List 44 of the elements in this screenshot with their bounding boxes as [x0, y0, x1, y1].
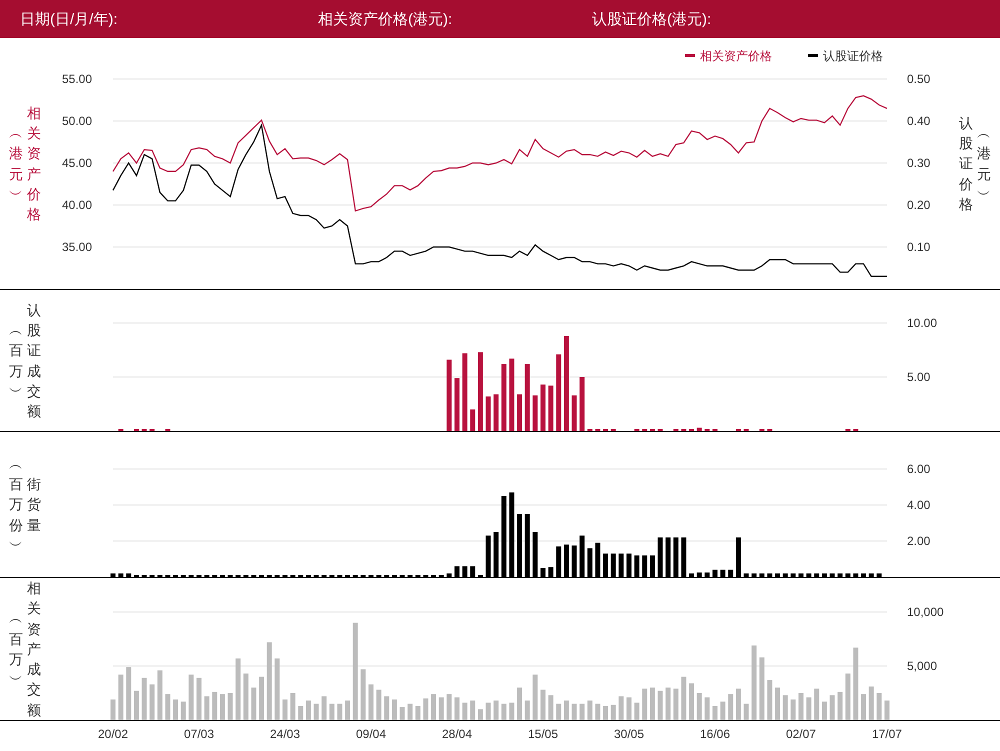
axis-title: 认股证价格	[958, 114, 974, 214]
axis-label: 28/04	[442, 727, 472, 741]
axis-label: 07/03	[184, 727, 214, 741]
axis-unit: ︵港元︶	[976, 124, 992, 204]
axis-label: 6.00	[907, 462, 930, 476]
axis-label: 16/06	[700, 727, 730, 741]
axis-label: 45.00	[62, 156, 92, 170]
axis-label: 09/04	[356, 727, 386, 741]
axis-label: 17/07	[872, 727, 902, 741]
field-label: 相关资产价格(港元):	[318, 10, 454, 28]
axis-unit: ︵港元︶	[8, 124, 24, 204]
axis-label: 4.00	[907, 498, 930, 512]
axis-unit: ︵百万︶	[8, 320, 24, 401]
axis-label: 0.40	[907, 114, 930, 128]
axis-title: 相关资产价格	[26, 104, 42, 224]
axis-unit: ︵百万︶	[8, 609, 24, 690]
axis-label: 0.50	[907, 72, 930, 86]
legend-item[interactable]: 相关资产价格	[685, 49, 772, 63]
axis-label: 30/05	[614, 727, 644, 741]
legend-item[interactable]: 认股证价格	[808, 49, 883, 63]
axis-label: 0.30	[907, 156, 930, 170]
axis-title: 认股证成交额	[26, 300, 42, 422]
axis-label: 10,000	[907, 605, 944, 619]
axis-title: 相关资产成交额	[26, 578, 42, 720]
axis-label: 24/03	[270, 727, 300, 741]
axis-label: 20/02	[98, 727, 128, 741]
axis-label: 40.00	[62, 198, 92, 212]
axis-label: 15/05	[528, 727, 558, 741]
axis-label: 50.00	[62, 114, 92, 128]
axis-label: 5.00	[907, 370, 930, 384]
axis-label: 5,000	[907, 659, 938, 673]
legend-label: 相关资产价格	[700, 49, 772, 63]
axis-label: 10.00	[907, 316, 938, 330]
axis-label: 55.00	[62, 72, 92, 86]
field-label: 日期(日/月/年):	[20, 10, 118, 28]
axis-unit: ︵百万份︶	[8, 454, 24, 555]
axis-label: 35.00	[62, 240, 92, 254]
axis-label: 0.20	[907, 198, 930, 212]
axis-title: 街货量	[26, 475, 42, 535]
legend-label: 认股证价格	[823, 49, 883, 63]
axis-label: 2.00	[907, 534, 930, 548]
axis-label: 0.10	[907, 240, 930, 254]
field-label: 认股证价格(港元):	[592, 10, 712, 28]
axis-label: 02/07	[786, 727, 816, 741]
